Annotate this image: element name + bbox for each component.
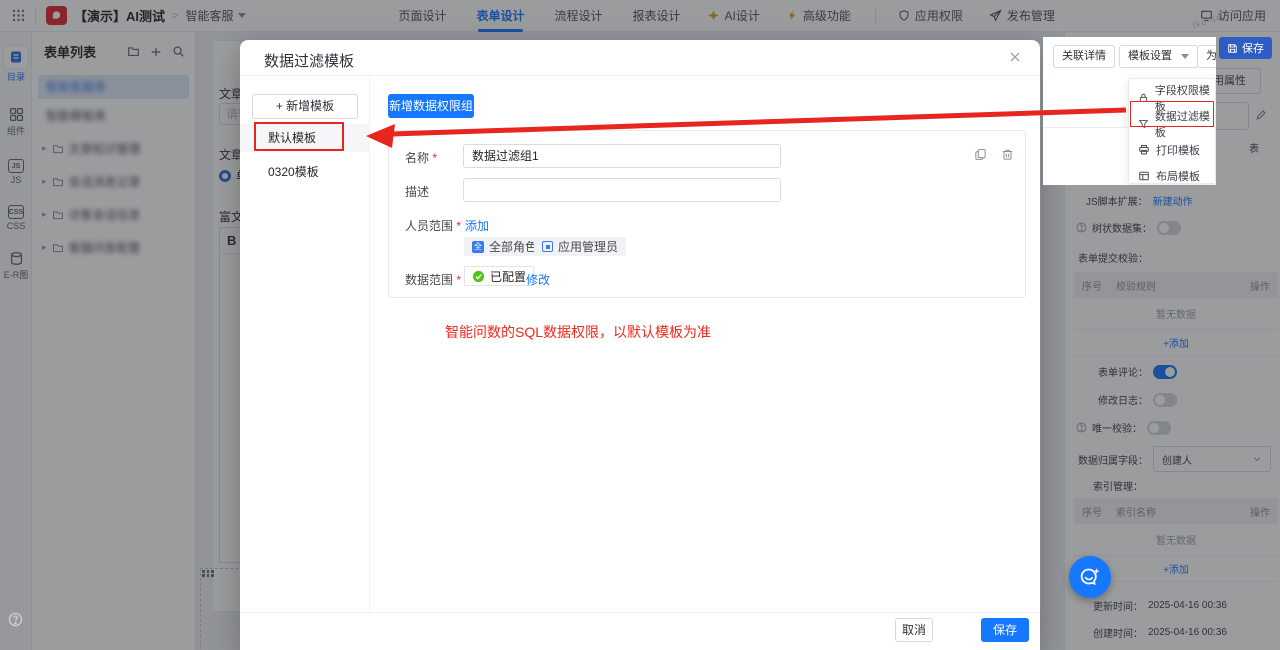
description-label: 描述 [405, 185, 430, 199]
new-template-button[interactable]: + 新增模板 [252, 94, 358, 119]
highlight-region: 关联详情 模板设置 为此 字段权限模板 数据过滤模板 打印模板 [1043, 37, 1216, 185]
modal-header: 数据过滤模板 [240, 40, 1040, 76]
check-circle-icon [472, 270, 485, 282]
annotation-text: 智能问数的SQL数据权限，以默认模板为准 [445, 324, 712, 340]
menu-item-print-template[interactable]: 打印模板 [1129, 137, 1215, 163]
modal-footer: 取消 保存 [240, 612, 1040, 650]
template-settings-dropdown: 字段权限模板 数据过滤模板 打印模板 布局模板 [1128, 78, 1216, 184]
menu-item-layout-template[interactable]: 布局模板 [1129, 163, 1215, 185]
menu-item-data-filter[interactable]: 数据过滤模板 [1129, 111, 1215, 139]
ai-chat-icon [1080, 568, 1100, 586]
role-admin-icon [542, 241, 553, 252]
template-settings-button[interactable]: 模板设置 [1119, 45, 1198, 68]
chevron-down-icon [1181, 54, 1189, 59]
template-list-panel: + 新增模板 默认模板 0320模板 [240, 76, 370, 612]
clipped-button[interactable]: 为此 [1197, 45, 1216, 68]
name-label: 名称 [405, 149, 437, 166]
description-input[interactable] [463, 178, 781, 202]
modify-data-scope-link[interactable]: 修改 [526, 271, 550, 288]
close-icon[interactable] [1008, 50, 1022, 64]
role-tag-admin[interactable]: 应用管理员 [534, 237, 627, 256]
help-button[interactable] [8, 612, 23, 627]
configured-badge: 已配置 [464, 266, 535, 286]
group-name-input[interactable]: 数据过滤组1 [463, 144, 781, 168]
related-detail-button[interactable]: 关联详情 [1053, 45, 1115, 68]
data-filter-template-modal: 数据过滤模板 + 新增模板 默认模板 0320模板 新增数据权限组 名称 数据过… [240, 40, 1040, 650]
template-item-0320[interactable]: 0320模板 [240, 158, 370, 186]
people-scope-label: 人员范围 [405, 217, 461, 234]
add-permission-group-button[interactable]: 新增数据权限组 [388, 94, 474, 118]
permission-group-card: 名称 数据过滤组1 描述 人员范围 添加 全 全部角色 应用管理员 数据范围 [388, 130, 1026, 298]
modal-save-button[interactable]: 保存 [981, 618, 1029, 642]
lock-icon [1139, 93, 1148, 102]
ai-assistant-button[interactable] [1069, 556, 1111, 598]
template-item-default[interactable]: 默认模板 [240, 124, 370, 152]
top-save-button[interactable]: 保存 [1219, 37, 1272, 59]
data-scope-label: 数据范围 [405, 271, 461, 288]
app-root: 【演示】AI测试 > 智能客服 页面设计 表单设计 流程设计 报表设计 AI设计… [0, 0, 1280, 650]
printer-icon [1139, 145, 1149, 155]
role-all-icon: 全 [472, 240, 484, 253]
funnel-icon [1138, 120, 1149, 129]
modal-title: 数据过滤模板 [264, 53, 355, 70]
add-people-link[interactable]: 添加 [465, 217, 489, 234]
role-tag-all[interactable]: 全 全部角色 [464, 237, 546, 256]
layout-icon [1139, 171, 1149, 181]
cancel-button[interactable]: 取消 [895, 618, 933, 642]
trash-icon[interactable] [1001, 148, 1014, 161]
save-icon [1228, 43, 1237, 53]
copy-icon[interactable] [974, 148, 987, 161]
divider [1043, 127, 1128, 128]
